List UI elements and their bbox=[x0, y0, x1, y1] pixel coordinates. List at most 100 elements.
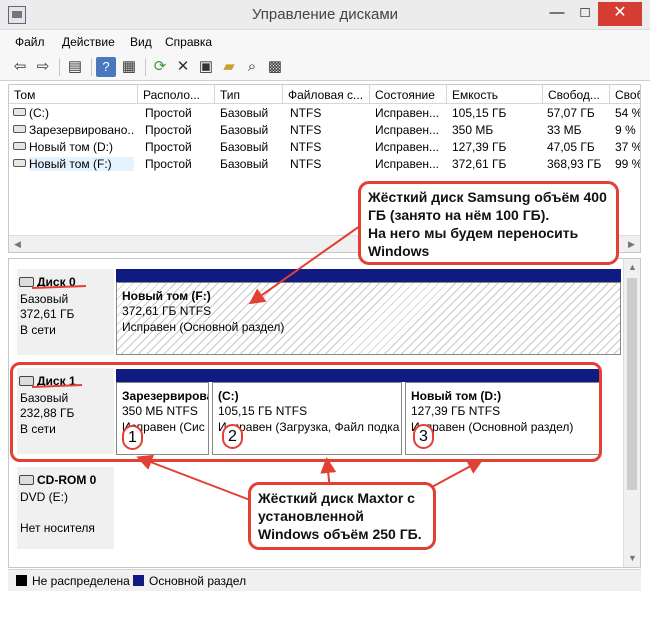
volume-row-reserved[interactable]: Зарезервировано... Простой Базовый NTFS … bbox=[9, 122, 640, 139]
callout-line: Windows объём 250 ГБ. bbox=[258, 526, 422, 542]
menu-file[interactable]: Файл bbox=[15, 35, 45, 49]
column-header-status[interactable]: Состояние bbox=[370, 85, 447, 104]
volume-status: Исправен... bbox=[375, 140, 440, 154]
volume-capacity: 127,39 ГБ bbox=[452, 140, 507, 154]
callout-line: На него мы будем переносить bbox=[368, 225, 579, 241]
optical-drive-icon bbox=[19, 475, 34, 485]
volume-row-c[interactable]: (C:) Простой Базовый NTFS Исправен... 10… bbox=[9, 105, 641, 122]
toolbar-separator bbox=[145, 58, 146, 76]
maximize-button[interactable]: □ bbox=[570, 2, 600, 26]
legend-unallocated-label: Не распределена bbox=[32, 574, 130, 588]
volume-layout: Простой bbox=[145, 123, 192, 137]
volume-name: Зарезервировано... bbox=[29, 123, 134, 137]
cdrom-0-name: CD-ROM 0 bbox=[37, 473, 97, 487]
volume-capacity: 105,15 ГБ bbox=[452, 106, 507, 120]
menu-action[interactable]: Действие bbox=[62, 35, 115, 49]
volume-row-f[interactable]: Новый том (F:) Простой Базовый NTFS Испр… bbox=[9, 156, 641, 173]
partition-title: Новый том (F:) bbox=[122, 289, 211, 303]
volume-name: Новый том (F:) bbox=[29, 157, 134, 171]
volume-status: Исправен... bbox=[375, 106, 440, 120]
volume-row-d[interactable]: Новый том (D:) Простой Базовый NTFS Испр… bbox=[9, 139, 640, 156]
partition-number-badge: 2 bbox=[222, 424, 243, 449]
disk-0-status: В сети bbox=[20, 323, 56, 337]
settings-icon[interactable]: ▩ bbox=[265, 57, 285, 77]
disk-0-size: 372,61 ГБ bbox=[20, 307, 75, 321]
volume-free-percent: 54 % bbox=[615, 106, 641, 120]
volume-type: Базовый bbox=[220, 123, 269, 137]
title-bar: Управление дисками — □ ✕ bbox=[0, 0, 650, 30]
callout-line: Windows bbox=[368, 243, 430, 259]
disk-0-info[interactable]: Диск 0 Базовый 372,61 ГБ В сети bbox=[17, 269, 114, 355]
menu-help[interactable]: Справка bbox=[165, 35, 212, 49]
column-header-filesystem[interactable]: Файловая с... bbox=[283, 85, 370, 104]
minimize-button[interactable]: — bbox=[542, 2, 572, 26]
volume-filesystem: NTFS bbox=[290, 123, 322, 137]
scrollbar-thumb[interactable] bbox=[627, 278, 637, 490]
options-icon[interactable]: ▣ bbox=[196, 57, 216, 77]
partition-f[interactable]: Новый том (F:) 372,61 ГБ NTFS Исправен (… bbox=[116, 282, 621, 355]
partition-size: 372,61 ГБ NTFS bbox=[122, 304, 212, 318]
menu-bar: Файл Действие Вид Справка bbox=[0, 30, 650, 53]
cdrom-0-type: DVD (E:) bbox=[20, 490, 68, 504]
volume-layout: Простой bbox=[145, 140, 192, 154]
volume-type: Базовый bbox=[220, 157, 269, 171]
volume-capacity: 350 МБ bbox=[452, 123, 494, 137]
scroll-up-arrow[interactable]: ▲ bbox=[624, 259, 640, 276]
disk-management-window: Управление дисками — □ ✕ Файл Действие В… bbox=[0, 0, 650, 623]
partition-color-bar bbox=[116, 269, 621, 282]
samsung-disk-callout: Жёсткий диск Samsung объём 400 ГБ (занят… bbox=[358, 181, 619, 265]
refresh-icon[interactable]: ⟳ bbox=[150, 57, 170, 77]
volume-layout: Простой bbox=[145, 157, 192, 171]
disk-0-name: Диск 0 bbox=[37, 275, 76, 289]
column-header-free-space[interactable]: Свобод... bbox=[543, 85, 610, 104]
vertical-scrollbar[interactable]: ▲ ▼ bbox=[623, 259, 640, 567]
disk-0-type: Базовый bbox=[20, 292, 69, 306]
toolbar-separator bbox=[91, 58, 92, 76]
volume-free-space: 368,93 ГБ bbox=[547, 157, 602, 171]
volume-icon bbox=[13, 159, 26, 167]
column-header-capacity[interactable]: Емкость bbox=[447, 85, 543, 104]
volume-free-space: 47,05 ГБ bbox=[547, 140, 595, 154]
column-header-free-percent[interactable]: Своб bbox=[610, 85, 640, 104]
column-header-type[interactable]: Тип bbox=[215, 85, 283, 104]
disk-0-partitions: Новый том (F:) 372,61 ГБ NTFS Исправен (… bbox=[116, 269, 621, 355]
delete-icon[interactable]: ✕ bbox=[173, 57, 193, 77]
volume-free-percent: 99 % bbox=[615, 157, 641, 171]
forward-icon[interactable]: ⇨ bbox=[33, 57, 53, 77]
volume-filesystem: NTFS bbox=[290, 140, 322, 154]
hard-disk-icon bbox=[19, 277, 34, 287]
toolbar-separator bbox=[59, 58, 60, 76]
column-header-volume[interactable]: Том bbox=[9, 85, 138, 104]
callout-line: Жёсткий диск Maxtor с bbox=[258, 490, 415, 506]
volume-type: Базовый bbox=[220, 106, 269, 120]
close-button[interactable]: ✕ bbox=[598, 2, 642, 26]
volume-free-percent: 9 % bbox=[615, 123, 636, 137]
partition-status: Исправен (Основной раздел) bbox=[122, 320, 285, 334]
volume-free-space: 33 МБ bbox=[547, 123, 582, 137]
scroll-right-arrow[interactable]: ▶ bbox=[623, 236, 640, 252]
cdrom-0-info[interactable]: CD-ROM 0 DVD (E:) Нет носителя bbox=[17, 467, 114, 549]
legend-bar: Не распределена Основной раздел bbox=[8, 569, 641, 591]
volume-name: Новый том (D:) bbox=[29, 140, 113, 154]
help-icon[interactable]: ? bbox=[96, 57, 116, 77]
volume-capacity: 372,61 ГБ bbox=[452, 157, 507, 171]
volume-icon bbox=[13, 108, 26, 116]
volume-layout: Простой bbox=[145, 106, 192, 120]
menu-view[interactable]: Вид bbox=[130, 35, 152, 49]
properties-icon[interactable]: ▦ bbox=[119, 57, 139, 77]
partition-number-badge: 1 bbox=[122, 425, 143, 450]
callout-line: установленной bbox=[258, 508, 364, 524]
legend-unallocated-swatch bbox=[16, 575, 27, 586]
partition-number-badge: 3 bbox=[413, 424, 434, 449]
callout-line: Жёсткий диск Samsung объём 400 bbox=[368, 189, 607, 205]
volume-icon bbox=[13, 125, 26, 133]
toolbar: ⇦ ⇨ ▤ ? ▦ ⟳ ✕ ▣ ▰ ⌕ ▩ bbox=[0, 53, 650, 81]
column-header-layout[interactable]: Располо... bbox=[138, 85, 215, 104]
scroll-left-arrow[interactable]: ◀ bbox=[9, 236, 26, 252]
show-hide-tree-icon[interactable]: ▤ bbox=[65, 57, 85, 77]
volume-filesystem: NTFS bbox=[290, 106, 322, 120]
open-icon[interactable]: ▰ bbox=[219, 57, 239, 77]
search-icon[interactable]: ⌕ bbox=[242, 57, 262, 77]
scroll-down-arrow[interactable]: ▼ bbox=[624, 550, 640, 567]
back-icon[interactable]: ⇦ bbox=[10, 57, 30, 77]
